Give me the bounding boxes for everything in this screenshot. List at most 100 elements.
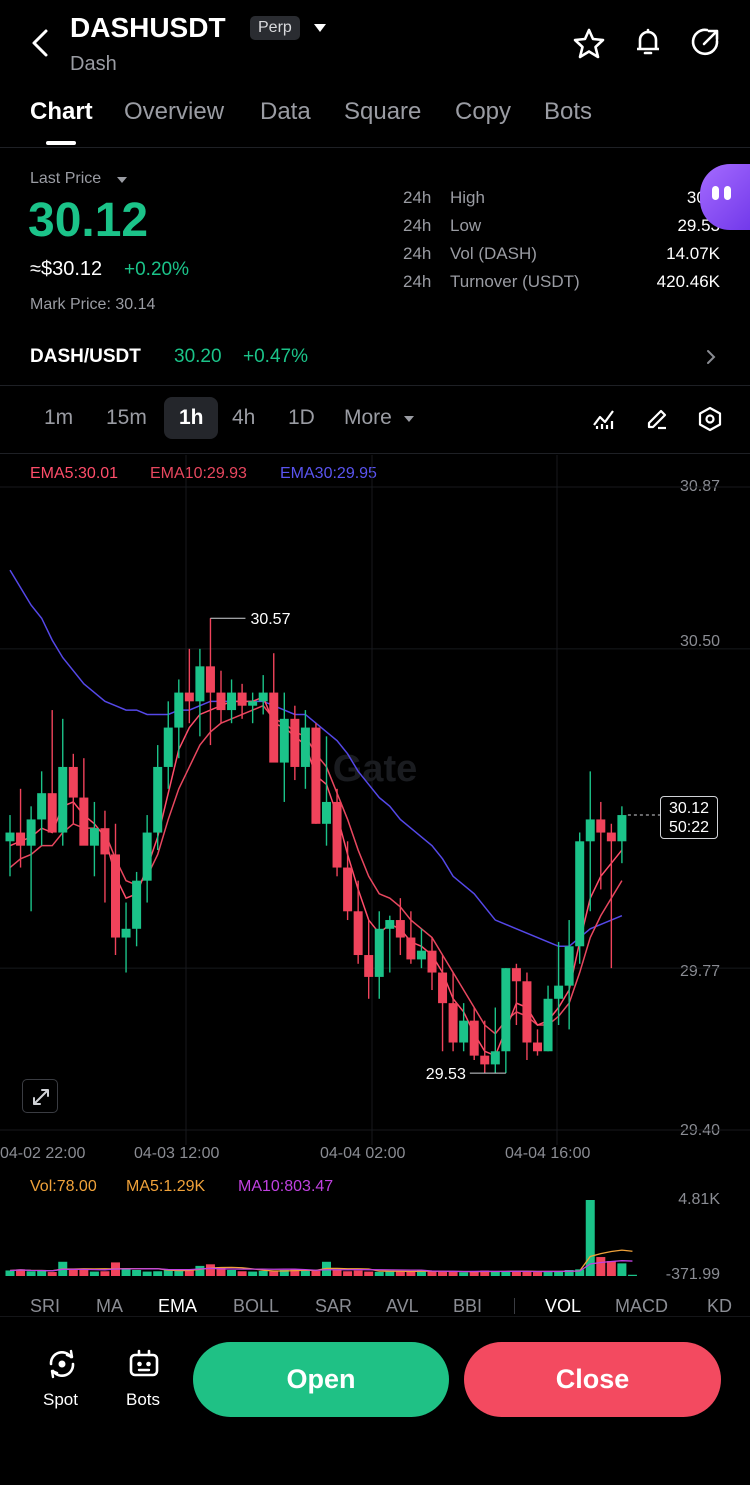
timeframe-1m[interactable]: 1m xyxy=(44,406,73,430)
stat-label-vol: Vol (DASH) xyxy=(450,244,537,263)
volume-bar xyxy=(448,1271,458,1276)
draw-pencil-icon[interactable] xyxy=(645,407,669,431)
stat-label-turnover: Turnover (USDT) xyxy=(450,272,580,291)
indicator-separator xyxy=(514,1298,515,1314)
volume-bar xyxy=(427,1271,437,1276)
caret-down-icon[interactable] xyxy=(312,22,328,34)
volume-bar xyxy=(374,1271,384,1276)
volume-bar xyxy=(5,1270,15,1276)
section-divider xyxy=(0,453,750,454)
last-price-label[interactable]: Last Price xyxy=(30,170,101,188)
volume-bar xyxy=(100,1271,110,1276)
volume-bar xyxy=(26,1271,36,1276)
tab-overview[interactable]: Overview xyxy=(124,98,224,126)
volume-bar xyxy=(153,1271,163,1276)
indicator-macd[interactable]: MACD xyxy=(615,1296,668,1317)
stat-label-high: High xyxy=(450,188,485,207)
timeframe-more[interactable]: More xyxy=(344,406,392,430)
open-button-label: Open xyxy=(286,1364,356,1394)
tab-square[interactable]: Square xyxy=(344,98,421,126)
candle-body xyxy=(353,911,363,956)
candle-body xyxy=(596,819,606,833)
candle-body xyxy=(47,793,57,833)
settings-hexagon-icon[interactable] xyxy=(697,406,723,432)
tab-bots[interactable]: Bots xyxy=(544,98,592,126)
volume-ma10-line xyxy=(9,1260,633,1273)
open-button[interactable]: Open xyxy=(193,1342,449,1417)
bots-icon[interactable] xyxy=(127,1347,161,1381)
timeframe-15m[interactable]: 15m xyxy=(106,406,147,430)
symbol-title[interactable]: DASHUSDT xyxy=(70,12,226,44)
chevron-right-icon[interactable] xyxy=(706,349,716,365)
candle-body xyxy=(37,793,47,820)
timeframe-1d[interactable]: 1D xyxy=(288,406,315,430)
tab-copy[interactable]: Copy xyxy=(455,98,511,126)
assistant-eye-icon xyxy=(712,186,719,200)
timeframe-1h[interactable]: 1h xyxy=(179,406,204,430)
more-caret-icon[interactable] xyxy=(403,415,415,423)
candle-body xyxy=(68,766,78,798)
candle-body xyxy=(448,1003,458,1043)
candle-body xyxy=(311,727,321,824)
star-icon[interactable] xyxy=(572,27,606,59)
candle-body xyxy=(575,841,585,947)
volume-bar xyxy=(227,1269,237,1276)
candle-body xyxy=(469,1020,479,1056)
back-arrow-icon[interactable] xyxy=(28,28,54,58)
candle-body xyxy=(132,880,142,929)
indicator-ma[interactable]: MA xyxy=(96,1296,123,1317)
share-icon[interactable] xyxy=(690,26,722,58)
candle-body xyxy=(279,718,289,763)
indicator-sar[interactable]: SAR xyxy=(315,1296,352,1317)
assistant-bubble[interactable] xyxy=(700,164,750,230)
volume-bar xyxy=(269,1271,279,1276)
indicator-sri[interactable]: SRI xyxy=(30,1296,60,1317)
volume-bar xyxy=(142,1271,152,1276)
x-axis-label: 04-04 02:00 xyxy=(320,1145,406,1162)
candle-body xyxy=(100,828,110,855)
bots-label[interactable]: Bots xyxy=(126,1390,160,1410)
indicator-bbi[interactable]: BBI xyxy=(453,1296,482,1317)
indicator-avl[interactable]: AVL xyxy=(386,1296,419,1317)
bell-icon[interactable] xyxy=(632,26,664,58)
stat-value-vol: 14.07K xyxy=(666,244,720,263)
candle-body xyxy=(237,692,247,706)
candle-body xyxy=(332,801,342,868)
candle-body xyxy=(195,666,205,702)
indicator-kd[interactable]: KD xyxy=(707,1296,732,1317)
candle-body xyxy=(300,727,310,767)
last-price: 30.12 xyxy=(28,194,149,247)
caret-down-small-icon[interactable] xyxy=(116,176,128,184)
volume-bar xyxy=(617,1263,627,1276)
usd-equivalent: ≈$30.12 xyxy=(30,258,103,280)
expand-chart-button[interactable] xyxy=(22,1079,58,1113)
stat-period-high: 24h xyxy=(403,188,432,207)
stat-label-low: Low xyxy=(450,216,482,235)
volume-bar xyxy=(459,1272,469,1276)
volume-bar xyxy=(47,1272,57,1276)
gate-watermark: Gate xyxy=(333,748,417,790)
indicator-boll[interactable]: BOLL xyxy=(233,1296,279,1317)
tab-chart[interactable]: Chart xyxy=(30,98,93,126)
candle-body xyxy=(26,819,36,846)
spot-label[interactable]: Spot xyxy=(43,1390,78,1410)
price-chart[interactable]: Gate 30.57 29.53 xyxy=(0,455,750,1145)
spot-icon[interactable] xyxy=(45,1347,79,1381)
candle-body xyxy=(427,950,437,973)
volume-bar xyxy=(311,1270,321,1276)
volume-bar xyxy=(627,1274,637,1276)
indicator-vol[interactable]: VOL xyxy=(545,1296,581,1317)
candle-body xyxy=(501,968,511,1052)
volume-bar xyxy=(364,1271,374,1276)
close-button[interactable]: Close xyxy=(464,1342,721,1417)
x-axis-label: 04-04 16:00 xyxy=(505,1145,591,1162)
stat-period-low: 24h xyxy=(403,216,432,235)
candle-body xyxy=(543,998,553,1052)
volume-bar xyxy=(490,1271,500,1276)
candle-body xyxy=(606,832,616,842)
candle-body xyxy=(258,692,268,702)
timeframe-4h[interactable]: 4h xyxy=(232,406,255,430)
indicator-icon[interactable] xyxy=(592,407,616,431)
tab-data[interactable]: Data xyxy=(260,98,311,126)
indicator-ema[interactable]: EMA xyxy=(158,1296,197,1317)
